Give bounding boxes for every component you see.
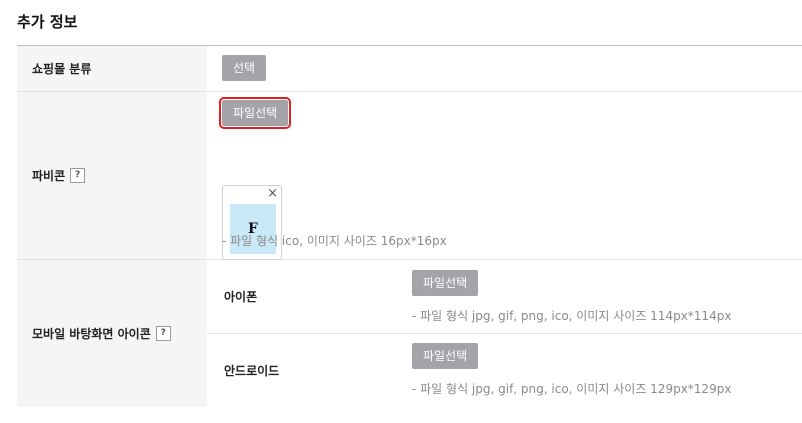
favicon-cell: 파일선택 × F - 파일 형식 ico, 이미지 사이즈 16px*16px: [207, 92, 802, 260]
android-cell: 파일선택 - 파일 형식 jpg, gif, png, ico, 이미지 사이즈…: [397, 334, 802, 407]
mobile-icon-label: 모바일 바탕화면 아이콘: [32, 327, 151, 341]
iphone-cell: 파일선택 - 파일 형식 jpg, gif, png, ico, 이미지 사이즈…: [397, 260, 802, 333]
iphone-label: 아이폰: [207, 260, 397, 333]
favicon-label: 파비콘: [32, 169, 66, 183]
iphone-file-select-button[interactable]: 파일선택: [412, 270, 479, 296]
favicon-file-select-button[interactable]: 파일선택: [218, 97, 292, 129]
help-icon[interactable]: ?: [155, 326, 171, 341]
additional-info-table: 쇼핑몰 분류 선택 파비콘 ? 파일선택 × F - 파일 형식 ico, 이미…: [17, 45, 802, 407]
close-icon[interactable]: ×: [267, 186, 278, 202]
row-favicon: 파비콘 ? 파일선택 × F - 파일 형식 ico, 이미지 사이즈 16px…: [17, 92, 802, 260]
category-label: 쇼핑몰 분류: [17, 46, 207, 91]
android-file-select-button[interactable]: 파일선택: [412, 343, 479, 369]
android-hint: - 파일 형식 jpg, gif, png, ico, 이미지 사이즈 129p…: [412, 382, 732, 396]
favicon-hint: - 파일 형식 ico, 이미지 사이즈 16px*16px: [222, 234, 447, 248]
row-mobile-icon: 모바일 바탕화면 아이콘 ? 아이폰 파일선택 - 파일 형식 jpg, gif…: [17, 260, 802, 407]
section-title: 추가 정보: [17, 13, 78, 31]
mobile-icon-header: 모바일 바탕화면 아이콘 ?: [17, 260, 207, 407]
mobile-icon-cell: 아이폰 파일선택 - 파일 형식 jpg, gif, png, ico, 이미지…: [207, 260, 802, 407]
help-icon[interactable]: ?: [70, 168, 86, 183]
iphone-hint: - 파일 형식 jpg, gif, png, ico, 이미지 사이즈 114p…: [412, 309, 732, 323]
category-cell: 선택: [207, 46, 802, 91]
row-category: 쇼핑몰 분류 선택: [17, 46, 802, 92]
favicon-header: 파비콘 ?: [17, 92, 207, 259]
android-label: 안드로이드: [207, 334, 397, 407]
category-select-button[interactable]: 선택: [222, 55, 267, 81]
